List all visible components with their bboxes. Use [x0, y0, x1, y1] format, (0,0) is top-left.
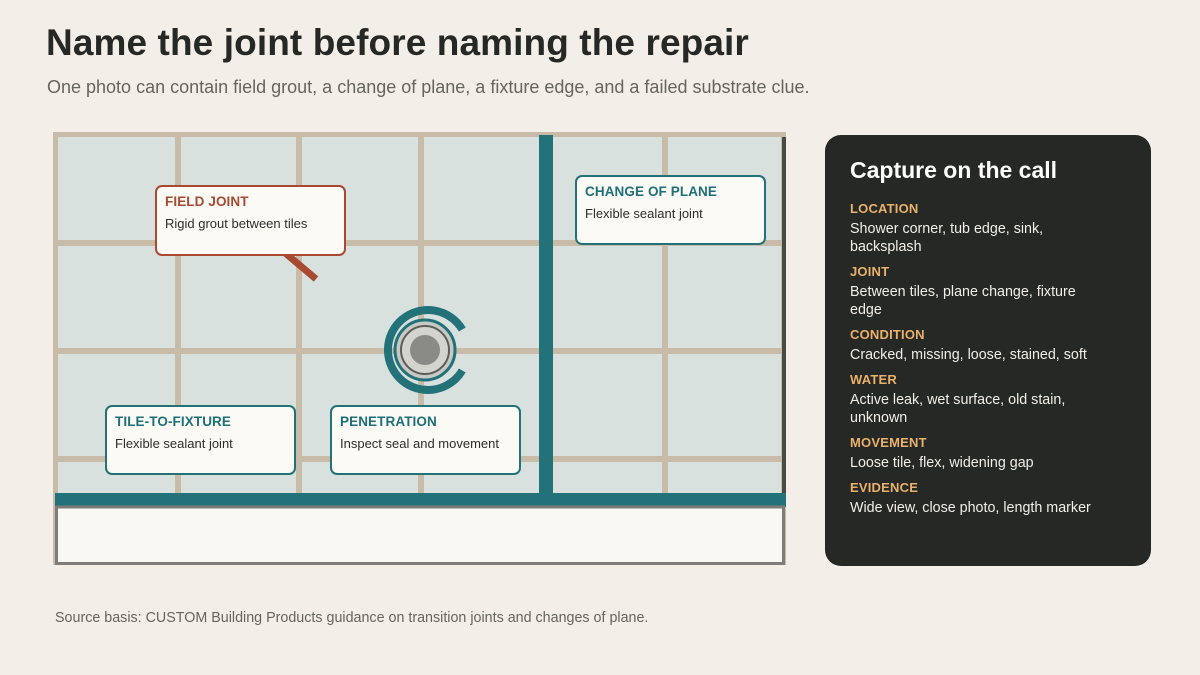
panel-item-evidence: EVIDENCE Wide view, close photo, length … — [850, 480, 1126, 517]
panel-item-label: JOINT — [850, 264, 890, 279]
penetration-fixture — [383, 306, 466, 394]
panel-item-label: CONDITION — [850, 327, 925, 342]
panel-item-water: WATER Active leak, wet surface, old stai… — [850, 372, 1126, 427]
callout-change-of-plane-title: CHANGE OF PLANE — [585, 184, 718, 199]
panel-item-location: LOCATION Shower corner, tub edge, sink, … — [850, 201, 1126, 256]
panel-item-value: Shower corner, tub edge, sink, backsplas… — [850, 221, 1044, 255]
callout-tile-to-fixture-title: TILE-TO-FIXTURE — [115, 414, 231, 429]
panel-item-label: LOCATION — [850, 201, 919, 216]
change-of-plane-sealant — [539, 135, 553, 495]
tub-fixture — [55, 505, 785, 565]
capture-checklist-panel: Capture on the call LOCATION Shower corn… — [825, 135, 1151, 566]
panel-item-value: Loose tile, flex, widening gap — [850, 455, 1034, 471]
panel-item-movement: MOVEMENT Loose tile, flex, widening gap — [850, 435, 1126, 472]
fixture-center — [410, 335, 440, 365]
callout-change-of-plane-desc: Flexible sealant joint — [585, 206, 703, 221]
panel-item-label: MOVEMENT — [850, 435, 927, 450]
source-note: Source basis: CUSTOM Building Products g… — [55, 610, 649, 626]
callout-penetration: PENETRATION Inspect seal and movement — [330, 405, 521, 475]
callout-penetration-desc: Inspect seal and movement — [340, 436, 499, 451]
wall-right-edge — [782, 137, 786, 495]
callout-tile-to-fixture: TILE-TO-FIXTURE Flexible sealant joint — [105, 405, 296, 475]
panel-item-joint: JOINT Between tiles, plane change, fixtu… — [850, 264, 1126, 319]
panel-item-label: EVIDENCE — [850, 480, 919, 495]
panel-item-label: WATER — [850, 372, 897, 387]
callout-penetration-title: PENETRATION — [340, 414, 437, 429]
callout-tile-to-fixture-desc: Flexible sealant joint — [115, 436, 233, 451]
panel-item-value: Active leak, wet surface, old stain, unk… — [850, 392, 1066, 426]
callout-field-joint: FIELD JOINT Rigid grout between tiles — [155, 185, 346, 256]
panel-item-value: Wide view, close photo, length marker — [850, 500, 1091, 516]
tub-edge-sealant — [55, 493, 786, 507]
panel-item-condition: CONDITION Cracked, missing, loose, stain… — [850, 327, 1126, 364]
callout-change-of-plane: CHANGE OF PLANE Flexible sealant joint — [575, 175, 766, 245]
callout-field-joint-title: FIELD JOINT — [165, 194, 249, 209]
panel-title: Capture on the call — [850, 157, 1058, 183]
panel-item-value: Cracked, missing, loose, stained, soft — [850, 347, 1087, 363]
callout-field-joint-desc: Rigid grout between tiles — [165, 216, 308, 231]
panel-item-value: Between tiles, plane change, fixture edg… — [850, 284, 1076, 318]
tile-wall-diagram — [53, 132, 786, 565]
